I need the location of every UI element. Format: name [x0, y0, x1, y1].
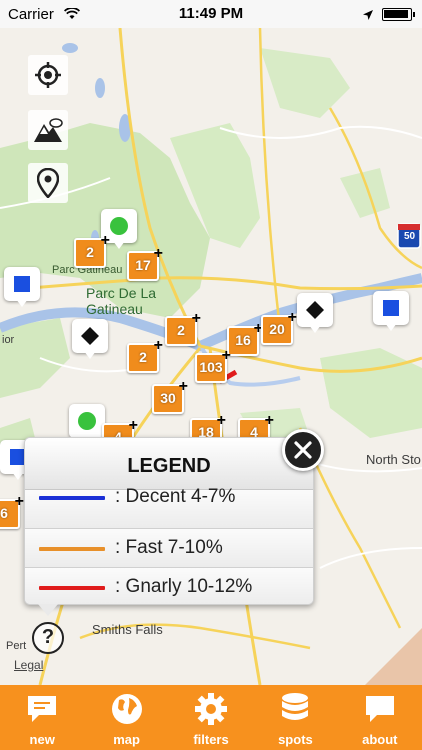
legend-popup: LEGEND : Decent 4-7% : Fast 7-10% : Gnar…	[24, 437, 314, 605]
tab-label: filters	[193, 732, 229, 747]
spot-pin-diamond[interactable]	[72, 319, 110, 361]
map-pin-icon	[37, 168, 59, 198]
tab-label: about	[362, 732, 398, 747]
terrain-button[interactable]	[28, 110, 68, 150]
legend-label: : Decent 4-7%	[115, 486, 236, 507]
drop-pin-button[interactable]	[28, 163, 68, 203]
cluster-marker[interactable]: 20 +	[261, 309, 297, 349]
cluster-marker[interactable]: 30 +	[152, 378, 188, 418]
cluster-marker[interactable]: 2 +	[74, 232, 110, 272]
legend-pointer	[38, 604, 58, 616]
mountain-icon	[34, 118, 63, 142]
tab-bar: new map filters spots about	[0, 685, 422, 750]
legend-row-decent: : Decent 4-7%	[25, 486, 313, 529]
north-stormont-label: North Sto	[366, 452, 421, 467]
tab-about[interactable]: about	[338, 685, 422, 750]
legend-swatch-orange	[39, 547, 105, 551]
legend-label: : Gnarly 10-12%	[115, 576, 253, 597]
tab-spots[interactable]: spots	[253, 685, 337, 750]
tab-filters[interactable]: filters	[169, 685, 253, 750]
legend-help-button[interactable]: ?	[32, 622, 64, 654]
smiths-falls-label: Smiths Falls	[92, 622, 163, 637]
legal-link[interactable]: Legal	[14, 658, 43, 672]
perth-label: Pert	[6, 640, 27, 652]
tab-label: new	[29, 732, 55, 747]
location-arrow-icon	[362, 8, 374, 26]
blue-square-icon	[14, 276, 30, 292]
legend-swatch-blue	[39, 496, 105, 500]
black-diamond-icon	[306, 301, 324, 319]
cluster-marker[interactable]: 17 +	[127, 245, 163, 285]
tab-label: spots	[278, 732, 313, 747]
black-diamond-icon	[81, 327, 99, 345]
speech-bubble-icon	[24, 691, 60, 727]
tab-label: map	[113, 732, 140, 747]
database-icon	[277, 691, 313, 727]
chat-bubble-icon	[362, 691, 398, 727]
tab-new[interactable]: new	[0, 685, 84, 750]
legend-close-button[interactable]	[282, 429, 324, 471]
legend-label: : Fast 7-10%	[115, 537, 223, 558]
cluster-marker[interactable]: 103 +	[195, 347, 231, 387]
ior-label: ior	[2, 334, 15, 346]
cluster-marker[interactable]: 2 +	[165, 310, 201, 350]
cluster-marker[interactable]: 16 +	[227, 320, 263, 360]
globe-icon	[109, 691, 145, 727]
spot-pin-diamond[interactable]	[297, 293, 335, 335]
tab-map[interactable]: map	[84, 685, 168, 750]
cluster-marker[interactable]: 2 +	[127, 337, 163, 377]
crosshair-icon	[35, 62, 61, 88]
legend-row-fast: : Fast 7-10%	[25, 529, 313, 568]
legend-title: LEGEND	[25, 438, 313, 490]
parc-de-la-gatineau-label: Parc De La Gatineau	[86, 285, 157, 317]
status-bar: Carrier 11:49 PM	[0, 0, 422, 28]
close-icon	[294, 441, 312, 459]
green-circle-icon	[110, 217, 128, 235]
cluster-marker[interactable]: 6 +	[0, 493, 24, 533]
legend-row-gnarly: : Gnarly 10-12%	[25, 568, 313, 604]
locate-me-button[interactable]	[28, 55, 68, 95]
battery-icon	[382, 8, 415, 21]
legend-swatch-red	[39, 586, 105, 590]
blue-square-icon	[383, 300, 399, 316]
gear-icon	[193, 691, 229, 727]
spot-pin-blue[interactable]	[373, 291, 411, 333]
spot-pin-blue[interactable]	[4, 267, 42, 309]
highway-shield-label: 50	[404, 231, 416, 242]
green-circle-icon	[78, 412, 96, 430]
clock: 11:49 PM	[178, 5, 244, 22]
